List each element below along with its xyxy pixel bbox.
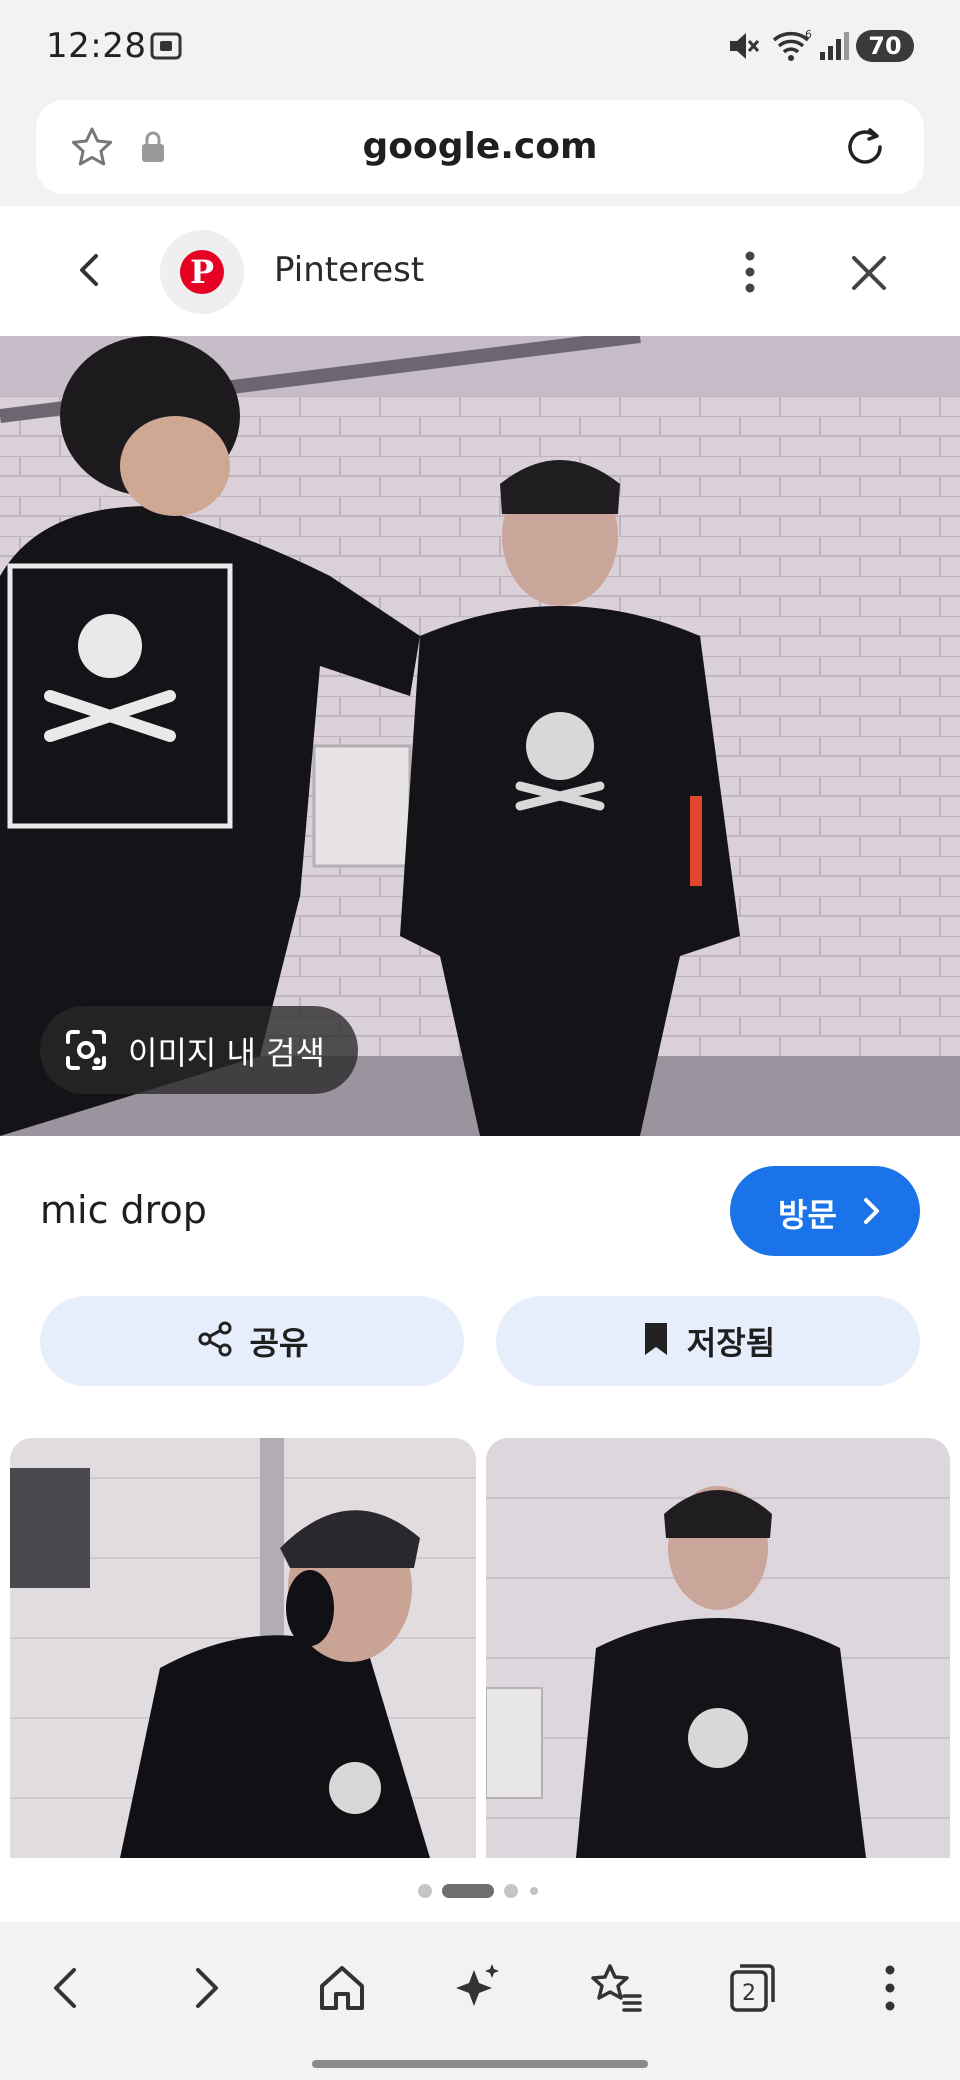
reload-icon[interactable]	[840, 122, 890, 176]
related-image-1[interactable]	[10, 1438, 476, 1858]
share-icon	[196, 1320, 234, 1362]
battery-indicator: 70	[856, 30, 914, 62]
tabs-icon[interactable]: 2	[720, 1956, 784, 2020]
status-bar: 12:28 6 70	[0, 0, 960, 96]
gesture-bar	[312, 2060, 648, 2068]
saved-label: 저장됨	[686, 1324, 776, 1362]
thumbnail-photo	[10, 1438, 476, 1858]
bookmark-filled-icon	[641, 1320, 671, 1362]
result-title: mic drop	[40, 1188, 207, 1232]
close-icon[interactable]	[848, 252, 890, 298]
menu-dots-icon[interactable]	[858, 1956, 922, 2020]
search-in-image-label: 이미지 내 검색	[128, 1034, 325, 1072]
wifi-icon: 6	[770, 28, 814, 68]
main-image[interactable]: 이미지 내 검색	[0, 336, 960, 1136]
screenshot-icon	[148, 28, 184, 68]
forward-icon[interactable]	[174, 1956, 238, 2020]
visit-button[interactable]: 방문	[730, 1166, 920, 1256]
back-icon[interactable]	[34, 1956, 98, 2020]
signal-icon	[818, 28, 850, 68]
back-arrow-icon[interactable]	[70, 250, 110, 294]
chevron-right-icon	[858, 1194, 884, 1232]
share-label: 공유	[249, 1324, 309, 1362]
bottom-navigation: 2	[0, 1922, 960, 2080]
status-time: 12:28	[46, 26, 147, 66]
carousel-dot	[418, 1884, 432, 1898]
carousel-dot-active	[442, 1884, 494, 1898]
related-image-2[interactable]	[486, 1438, 950, 1858]
sparkle-icon[interactable]	[446, 1956, 510, 2020]
mute-icon	[726, 28, 760, 68]
site-name[interactable]: Pinterest	[274, 250, 424, 290]
more-options-icon[interactable]	[738, 250, 762, 298]
address-bar[interactable]: google.com	[36, 100, 924, 194]
carousel-dot	[530, 1887, 538, 1895]
home-icon[interactable]	[310, 1956, 374, 2020]
site-header: P Pinterest	[0, 206, 960, 336]
bookmarks-icon[interactable]	[584, 1956, 648, 2020]
carousel-indicator	[0, 1880, 960, 1900]
saved-button[interactable]: 저장됨	[496, 1296, 920, 1386]
thumbnail-photo	[486, 1438, 950, 1858]
pinterest-logo-icon: P	[180, 250, 224, 294]
visit-label: 방문	[778, 1196, 837, 1234]
search-in-image-button[interactable]: 이미지 내 검색	[40, 1006, 358, 1094]
tab-count: 2	[742, 1981, 756, 2006]
carousel-dot	[504, 1884, 518, 1898]
url-text[interactable]: google.com	[36, 126, 924, 167]
lens-icon	[62, 1026, 110, 1078]
browser-toolbar: google.com	[0, 96, 960, 206]
svg-text:6: 6	[805, 28, 812, 41]
site-favicon[interactable]: P	[160, 230, 244, 314]
share-button[interactable]: 공유	[40, 1296, 464, 1386]
